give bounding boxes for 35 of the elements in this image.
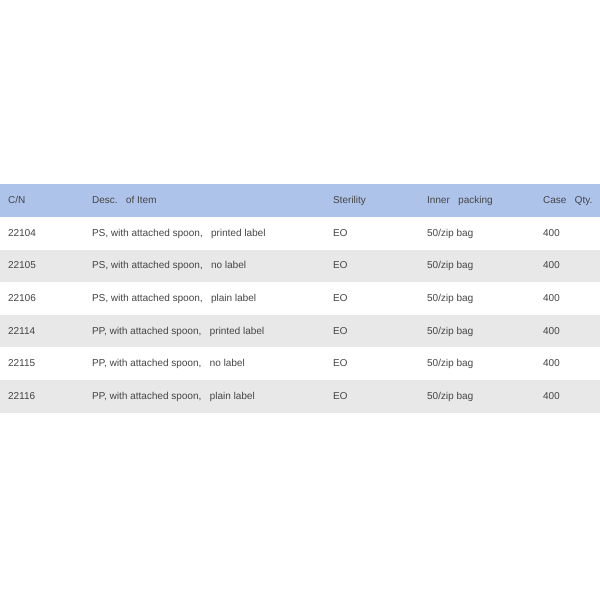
table-cell: PP, with attached spoon, plain label [92, 390, 255, 402]
table-cell: 22106 [8, 292, 36, 304]
table-cell: 50/zip bag [427, 260, 474, 272]
table-cell: 22115 [8, 358, 36, 370]
table-cell: PP, with attached spoon, printed label [92, 326, 264, 337]
column-header: Sterility [333, 195, 366, 206]
table-cell: EO [333, 260, 348, 272]
table-cell: 50/zip bag [427, 390, 474, 402]
table-cell: EO [333, 390, 348, 402]
table-cell: 400 [543, 326, 560, 337]
column-header: Inner packing [427, 195, 493, 206]
table-cell: EO [333, 292, 348, 304]
column-header: Case Qty. [543, 195, 592, 206]
table-cell: PS, with attached spoon, printed label [92, 228, 266, 239]
table-cell: EO [333, 358, 348, 370]
column-header: Desc. of Item [92, 195, 156, 206]
column-header: C/N [8, 195, 26, 206]
table-cell: EO [333, 228, 348, 239]
table-cell: 400 [543, 228, 560, 239]
table-cell: 22114 [8, 326, 36, 337]
table-cell: EO [333, 326, 348, 337]
table-cell: 22105 [8, 260, 36, 272]
table-cell: 50/zip bag [427, 358, 474, 370]
table-cell: 400 [543, 292, 560, 304]
table-cell: 22104 [8, 228, 36, 239]
table-cell: PP, with attached spoon, no label [92, 358, 245, 370]
table-cell: PS, with attached spoon, no label [92, 260, 246, 272]
table-cell: 50/zip bag [427, 292, 474, 304]
table-cell: PS, with attached spoon, plain label [92, 292, 256, 304]
table-cell: 22116 [8, 390, 36, 402]
table-cell: 400 [543, 358, 560, 370]
table-cell: 50/zip bag [427, 228, 474, 239]
table-cell: 400 [543, 260, 560, 272]
table-cell: 50/zip bag [427, 326, 474, 337]
table-cell: 400 [543, 390, 560, 402]
